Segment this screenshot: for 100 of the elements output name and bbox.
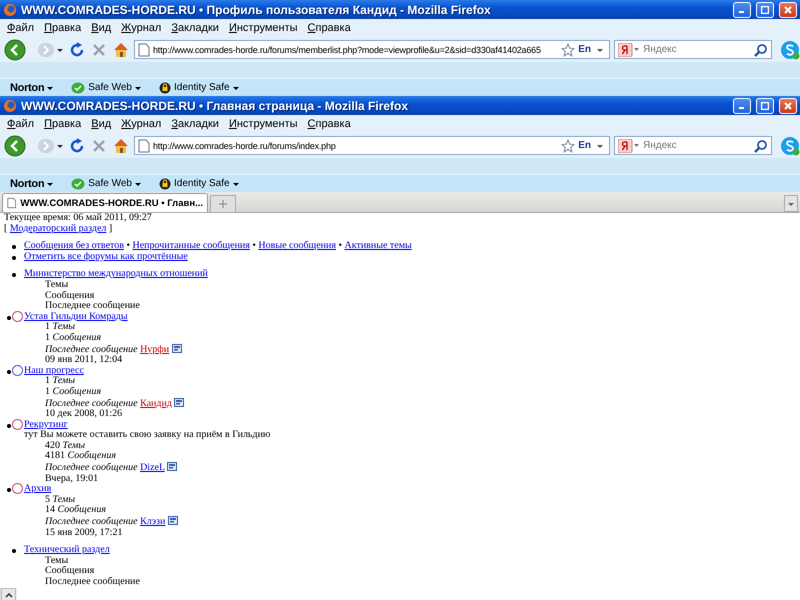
tab-list-button[interactable] [784, 195, 798, 212]
address-field[interactable]: http://www.comrades-horde.ru/forums/index.php En [134, 136, 610, 155]
topics-label: Темы [62, 440, 86, 451]
home-icon[interactable] [112, 40, 130, 58]
bracket-text: [ [4, 222, 8, 234]
menu-item[interactable]: Журнал [116, 118, 166, 130]
forum-link[interactable]: Устав Гильдии Комрады [24, 310, 128, 322]
toolbar-menu[interactable]: Identity Safe [158, 178, 239, 190]
toolbar-menu[interactable]: Safe Web [71, 178, 141, 190]
menu-item[interactable]: Инструменты [224, 118, 303, 130]
view-post-icon[interactable] [167, 462, 178, 472]
post-count: 4181 [45, 450, 65, 462]
menu-item[interactable]: Файл [2, 22, 40, 34]
bullet-icon [12, 245, 16, 250]
search-engine-icon[interactable] [618, 138, 640, 152]
toolbar-menu[interactable]: Safe Web [71, 82, 141, 94]
separator-text: • [338, 240, 342, 252]
author-link[interactable]: Кандид [140, 398, 172, 408]
menu-item[interactable]: Закладки [166, 118, 224, 130]
maximize-icon [761, 6, 769, 14]
chat-app-icon[interactable] [780, 40, 800, 60]
view-post-icon[interactable] [174, 398, 184, 406]
star-icon[interactable] [561, 138, 576, 152]
menu-item[interactable]: Закладки [166, 22, 224, 34]
quick-link[interactable]: Непрочитанные сообщения [132, 240, 250, 252]
maximize-button[interactable] [756, 98, 774, 114]
author-link[interactable]: Клэзи [140, 516, 166, 528]
view-post-icon[interactable] [172, 344, 182, 353]
window-title: WWW.COMRADES-HORDE.RU • Главная страница - Mozilla Firefox [21, 98, 410, 112]
last-post-label: Последнее сообщение [45, 462, 138, 474]
reload-icon[interactable] [68, 40, 86, 58]
column-label: Последнее сообщение [45, 576, 140, 587]
quick-link[interactable]: Новые сообщения [258, 240, 336, 252]
bullet-icon [7, 488, 11, 492]
new-tab-button[interactable] [210, 195, 236, 212]
forum-link[interactable]: Архив [24, 483, 52, 494]
close-button[interactable] [779, 98, 797, 114]
maximize-button[interactable] [756, 2, 774, 18]
caret-icon [47, 180, 54, 186]
current-time-text: Текущее время: 06 май 2011, 09:27 [4, 213, 153, 224]
menu-item[interactable]: Правка [39, 118, 86, 130]
minimize-button[interactable] [733, 2, 751, 18]
menu-item[interactable]: Справка [302, 118, 356, 130]
chat-app-icon[interactable] [780, 136, 800, 156]
browser-logo-icon [3, 2, 17, 16]
topic-count: 1 [45, 321, 50, 332]
minimize-button[interactable] [733, 98, 751, 114]
category-link[interactable]: Технический раздел [24, 544, 110, 556]
last-post-label: Последнее сообщение [45, 516, 138, 528]
quick-link[interactable]: Активные темы [344, 240, 412, 252]
quick-link[interactable]: Отметить все форумы как прочтённые [24, 250, 188, 262]
quick-link[interactable]: Сообщения без ответов [24, 240, 124, 252]
author-link[interactable]: Нурфи [140, 344, 170, 355]
post-time: 09 янв 2011, 12:04 [45, 354, 122, 366]
author-link[interactable]: DizeL [140, 462, 165, 474]
home-icon[interactable] [112, 136, 130, 154]
topic-count: 1 [45, 375, 50, 386]
moderator-link[interactable]: Модераторский раздел [10, 222, 106, 234]
menu-item[interactable]: Справка [302, 22, 356, 34]
caret-icon [232, 180, 239, 186]
browser-logo-icon [3, 98, 17, 112]
check-badge-icon [71, 82, 86, 94]
language-indicator: En [578, 44, 591, 55]
star-icon[interactable] [561, 42, 576, 56]
lock-icon [158, 82, 171, 94]
search-icon[interactable] [754, 138, 768, 152]
plus-icon [219, 200, 227, 208]
bullet-icon [12, 256, 16, 260]
category-link[interactable]: Министерство международных отношений [24, 268, 208, 280]
column-label: Последнее сообщение [45, 300, 140, 312]
caret-icon [134, 84, 141, 90]
column-label: Темы [45, 278, 68, 290]
menu-item[interactable]: Правка [39, 22, 86, 34]
lock-icon [158, 178, 171, 190]
norton-menu[interactable]: Norton [10, 178, 54, 190]
forum-link[interactable]: Наш прогресс [24, 364, 84, 376]
search-icon[interactable] [754, 42, 768, 56]
bullet-icon [12, 549, 16, 554]
view-post-icon[interactable] [168, 516, 178, 526]
column-label: Сообщения [45, 290, 94, 301]
forum-link[interactable]: Рекрутинг [24, 418, 68, 430]
toolbar-menu[interactable]: Identity Safe [158, 82, 239, 94]
menu-item[interactable]: Вид [86, 22, 116, 34]
norton-menu[interactable]: Norton [10, 82, 54, 94]
search-bar[interactable]: Яндекс [614, 136, 772, 155]
search-engine-icon[interactable] [618, 42, 640, 56]
address-field[interactable]: http://www.comrades-horde.ru/forums/memberlist.php?mode=viewprofile&u=2&sid=d330af41402a665 En [134, 40, 610, 59]
menu-item[interactable]: Вид [86, 118, 116, 130]
caret-icon [788, 200, 794, 206]
reload-icon[interactable] [68, 136, 86, 154]
topics-label: Темы [52, 321, 76, 332]
scrollbar[interactable] [0, 588, 17, 600]
browser-tab[interactable]: WWW.COMRADES-HORDE.RU • Главн... [2, 193, 208, 212]
bullet-icon [7, 424, 11, 428]
menu-item[interactable]: Журнал [116, 22, 166, 34]
search-bar[interactable]: Яндекс [614, 40, 772, 59]
menu-item[interactable]: Файл [2, 118, 40, 130]
close-button[interactable] [779, 2, 797, 18]
menu-item[interactable]: Инструменты [224, 22, 303, 34]
scroll-up-icon[interactable] [4, 592, 12, 598]
